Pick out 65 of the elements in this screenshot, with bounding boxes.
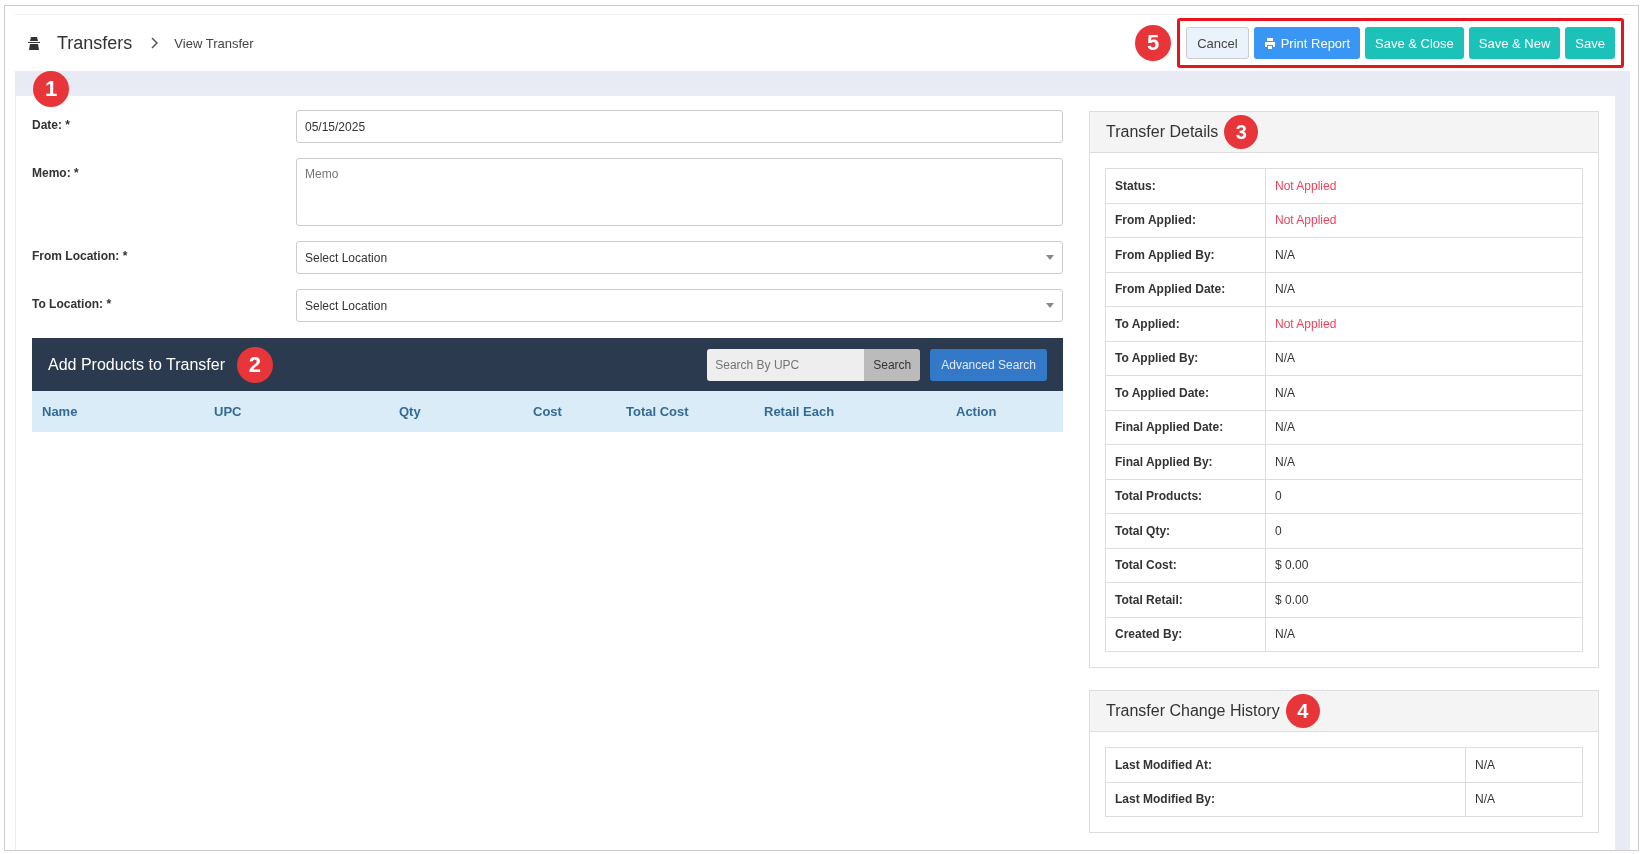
search-field[interactable]: Search By UPC <box>707 348 865 381</box>
detail-value: Not Applied <box>1265 203 1583 238</box>
printer-icon <box>1263 37 1276 49</box>
detail-value: N/A <box>1265 375 1583 410</box>
detail-label: From Applied: <box>1105 203 1266 238</box>
detail-label: Total Products: <box>1105 479 1266 514</box>
panel-title: Transfer Details <box>1106 123 1219 141</box>
detail-value: 0 <box>1265 479 1583 514</box>
field-label: To Location: * <box>32 296 113 311</box>
caret-icon <box>1046 303 1054 308</box>
detail-value: N/A <box>1465 782 1583 817</box>
callout-marker: 3 <box>1224 115 1259 149</box>
callout-marker: 1 <box>33 71 69 107</box>
callout-marker: 4 <box>1285 694 1320 728</box>
detail-value: $ 0.00 <box>1265 548 1583 583</box>
field-label: Memo: * <box>32 165 80 180</box>
detail-value: N/A <box>1265 341 1583 376</box>
advanced-search-button[interactable]: Advanced Search <box>930 348 1047 381</box>
detail-label: To Applied By: <box>1105 341 1266 376</box>
date-field[interactable]: 05/15/2025 <box>296 110 1063 143</box>
detail-value: N/A <box>1265 237 1583 272</box>
page-title: Transfers <box>57 32 133 54</box>
detail-value: $ 0.00 <box>1265 582 1583 617</box>
detail-value: Not Applied <box>1265 306 1583 341</box>
detail-label: Final Applied By: <box>1105 444 1266 479</box>
column-header: Name <box>42 404 79 419</box>
detail-label: Total Qty: <box>1105 513 1266 548</box>
detail-value: N/A <box>1465 747 1583 782</box>
memo-field[interactable]: Memo <box>296 158 1063 226</box>
detail-label: Created By: <box>1105 617 1266 652</box>
cancel-button[interactable]: Cancel <box>1186 27 1249 59</box>
chevron-icon <box>150 37 159 49</box>
panel-title: Transfer Change History <box>1106 702 1280 720</box>
detail-label: From Applied Date: <box>1105 272 1266 307</box>
detail-value: N/A <box>1265 272 1583 307</box>
detail-label: Last Modified At: <box>1105 747 1466 782</box>
detail-label: Status: <box>1105 168 1266 203</box>
search-button[interactable]: Search <box>864 348 921 381</box>
caret-icon <box>1046 255 1054 260</box>
detail-label: To Applied: <box>1105 306 1266 341</box>
column-header: Cost <box>533 404 563 419</box>
detail-value: 0 <box>1265 513 1583 548</box>
detail-value: N/A <box>1265 410 1583 445</box>
location-dropdown[interactable]: Select Location <box>296 289 1063 322</box>
field-label: From Location: * <box>32 248 129 263</box>
detail-label: Final Applied Date: <box>1105 410 1266 445</box>
location-dropdown[interactable]: Select Location <box>296 241 1063 274</box>
detail-value: N/A <box>1265 617 1583 652</box>
detail-value: N/A <box>1265 444 1583 479</box>
column-header: Action <box>956 404 998 419</box>
callout-marker: 2 <box>237 346 273 383</box>
column-header: Qty <box>399 404 422 419</box>
field-label: Date: * <box>32 117 71 132</box>
detail-label: Total Retail: <box>1105 582 1266 617</box>
callout-marker: 5 <box>1135 25 1172 61</box>
detail-label: Last Modified By: <box>1105 782 1466 817</box>
column-header: Retail Each <box>764 404 836 419</box>
detail-label: To Applied Date: <box>1105 375 1266 410</box>
detail-label: From Applied By: <box>1105 237 1266 272</box>
detail-label: Total Cost: <box>1105 548 1266 583</box>
panel-title: Add Products to Transfer <box>48 355 225 374</box>
column-header: Total Cost <box>626 404 690 419</box>
column-header: UPC <box>214 404 243 419</box>
breadcrumb-item: View Transfer <box>174 35 254 51</box>
detail-value: Not Applied <box>1265 168 1583 203</box>
